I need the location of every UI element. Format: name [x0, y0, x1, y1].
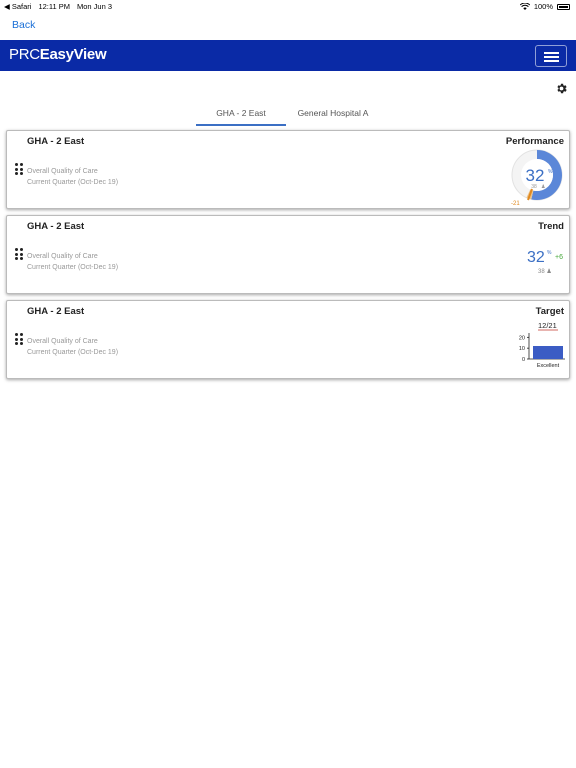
battery-icon: [557, 3, 570, 10]
measure-label: Overall Quality of Care: [27, 338, 98, 345]
target-card[interactable]: GHA - 2 East Target Overall Quality of C…: [6, 300, 570, 379]
drag-handle-icon[interactable]: [15, 163, 24, 175]
period-label: Current Quarter (Oct-Dec 19): [27, 264, 119, 271]
period-label: Current Quarter (Oct-Dec 19): [27, 179, 119, 186]
trend-card[interactable]: GHA - 2 East Trend Overall Quality of Ca…: [6, 215, 570, 294]
target-ratio-label: 12/21: [538, 321, 557, 330]
location-tabs: GHA - 2 East General Hospital A: [196, 104, 380, 126]
hamburger-menu-button[interactable]: [535, 45, 567, 67]
carrier-label: ◀ Safari: [4, 2, 32, 11]
brand-prefix: PRC: [9, 46, 40, 63]
battery-percent: 100%: [533, 2, 553, 11]
y-tick-label: 0: [522, 357, 525, 363]
card-type-label: Performance: [505, 136, 564, 147]
tab-general-hospital-a[interactable]: General Hospital A: [286, 104, 380, 126]
donut-value: 32: [526, 166, 545, 185]
hamburger-bar: [544, 56, 559, 58]
wifi-icon: [519, 3, 530, 10]
trend-value: 32: [527, 249, 545, 266]
donut-delta: -21: [511, 201, 520, 207]
card-title: GHA - 2 East: [27, 306, 85, 317]
hamburger-bar: [544, 52, 559, 54]
person-icon: ♟: [546, 269, 552, 275]
measure-label: Overall Quality of Care: [27, 253, 98, 260]
drag-handle-icon[interactable]: [15, 248, 24, 260]
period-label: Current Quarter (Oct-Dec 19): [27, 349, 119, 356]
card-type-label: Trend: [538, 221, 564, 232]
person-icon: ♟: [541, 184, 545, 190]
target-bar-chart: 12/21 0 10 20 Excellent: [519, 321, 565, 369]
brand-suffix: EasyView: [39, 46, 107, 63]
app-navbar: PRCEasyView: [0, 40, 576, 71]
card-title: GHA - 2 East: [27, 136, 85, 147]
status-bar: ◀ Safari 12:11 PM Mon Jun 3 100%: [0, 0, 576, 12]
bar-excellent: [533, 346, 563, 359]
measure-label: Overall Quality of Care: [27, 168, 98, 175]
x-tick-label: Excellent: [537, 363, 560, 369]
brand-logo: PRCEasyView: [9, 46, 107, 63]
drag-handle-icon[interactable]: [15, 333, 24, 345]
trend-delta: +6: [555, 254, 563, 261]
trend-count: 38: [538, 269, 545, 275]
status-date: Mon Jun 3: [77, 2, 113, 11]
performance-card[interactable]: GHA - 2 East Performance Overall Quality…: [6, 130, 570, 209]
performance-donut-chart: 32 % 38 ♟ -21: [511, 149, 563, 207]
y-tick-label: 10: [519, 346, 525, 352]
tab-gha-2-east[interactable]: GHA - 2 East: [196, 104, 286, 126]
back-link[interactable]: Back: [12, 19, 35, 31]
y-tick-group: 0 10 20: [519, 335, 529, 363]
card-title: GHA - 2 East: [27, 221, 85, 232]
card-type-label: Target: [535, 306, 564, 317]
donut-unit: %: [548, 169, 553, 175]
settings-gear-icon[interactable]: [555, 82, 568, 95]
trend-unit: %: [547, 250, 552, 256]
donut-count: 38: [531, 184, 537, 190]
status-time: 12:11 PM: [38, 2, 70, 11]
y-tick-label: 20: [519, 335, 525, 341]
hamburger-bar: [544, 60, 559, 62]
trend-count-row: 38 ♟: [538, 268, 552, 275]
